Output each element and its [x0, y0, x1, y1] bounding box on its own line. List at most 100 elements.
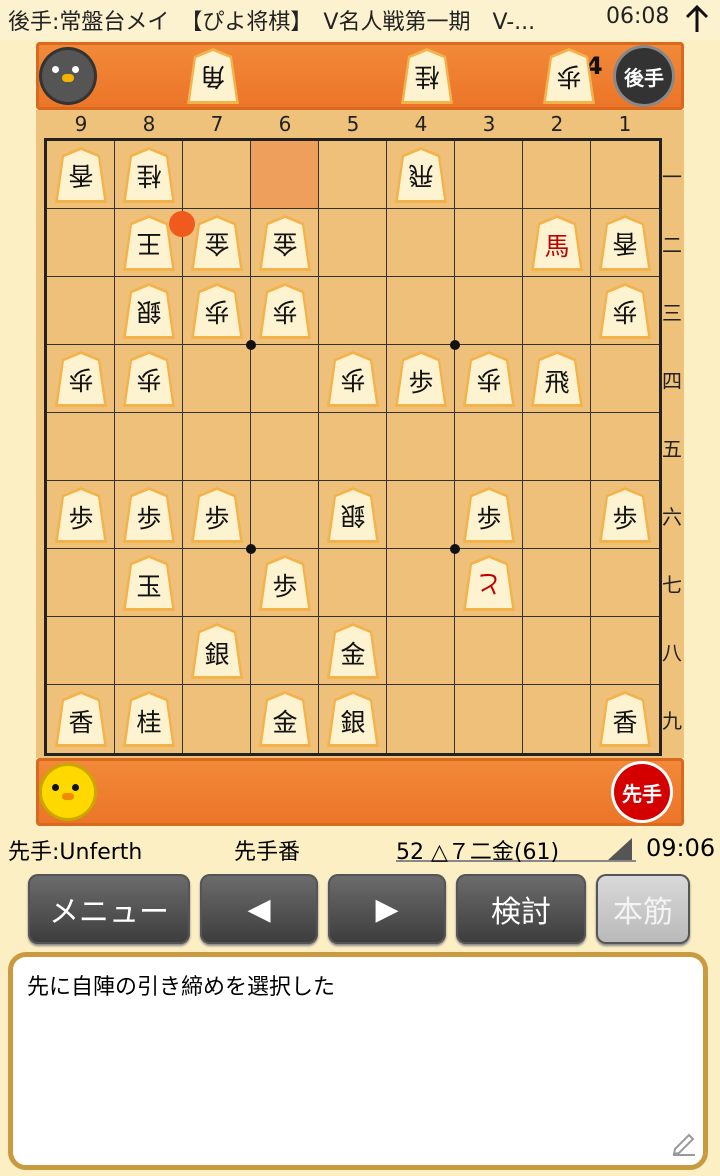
board-piece[interactable]: 歩	[120, 349, 178, 409]
board-square[interactable]	[455, 209, 523, 277]
board-square[interactable]	[455, 685, 523, 753]
board-square[interactable]	[455, 413, 523, 481]
board-square[interactable]	[183, 549, 251, 617]
board-square[interactable]	[591, 549, 659, 617]
board-square[interactable]	[47, 549, 115, 617]
menu-button[interactable]: メニュー	[28, 874, 190, 944]
board-square[interactable]	[47, 209, 115, 277]
board-square[interactable]	[523, 617, 591, 685]
arrow-up-icon[interactable]	[684, 4, 710, 34]
board-piece[interactable]: 飛	[392, 145, 450, 205]
piece-label: 歩	[136, 365, 162, 394]
board-square[interactable]	[523, 685, 591, 753]
board-square[interactable]	[251, 481, 319, 549]
board-piece[interactable]: 歩	[596, 485, 654, 545]
board-square[interactable]	[523, 549, 591, 617]
gote-hand-piece[interactable]: 桂	[398, 46, 456, 106]
gote-hand-piece[interactable]: 角	[184, 46, 242, 106]
board-piece[interactable]: 歩	[52, 485, 110, 545]
board-piece[interactable]: 金	[188, 213, 246, 273]
board-square[interactable]	[251, 141, 319, 209]
board-square[interactable]	[523, 481, 591, 549]
gote-hand-piece[interactable]: 歩	[540, 46, 598, 106]
board-piece[interactable]: 玉	[120, 553, 178, 613]
board-square[interactable]	[455, 617, 523, 685]
board-square[interactable]	[387, 617, 455, 685]
move-selector[interactable]: 52 △７二金(61)	[396, 832, 636, 865]
board-square[interactable]	[387, 277, 455, 345]
board-square[interactable]	[591, 413, 659, 481]
board-piece[interactable]: 歩	[324, 349, 382, 409]
board-piece[interactable]: 歩	[256, 281, 314, 341]
piece-label: 金	[272, 708, 298, 737]
analyze-button[interactable]: 検討	[456, 874, 586, 944]
board-square[interactable]	[319, 209, 387, 277]
board-piece[interactable]: 金	[256, 213, 314, 273]
board-piece[interactable]: 歩	[188, 485, 246, 545]
piece-label: 飛	[544, 368, 570, 397]
board-piece[interactable]: 香	[52, 689, 110, 749]
board-square[interactable]	[319, 549, 387, 617]
board-square[interactable]	[47, 413, 115, 481]
board-square[interactable]	[251, 345, 319, 413]
board-square[interactable]	[319, 413, 387, 481]
board-piece[interactable]: 歩	[460, 349, 518, 409]
board-square[interactable]	[387, 549, 455, 617]
mainline-button[interactable]: 本筋	[596, 874, 690, 944]
sente-avatar[interactable]	[42, 766, 94, 818]
piece-label: 玉	[136, 572, 162, 601]
board-piece[interactable]: 銀	[324, 689, 382, 749]
board-square[interactable]	[47, 617, 115, 685]
board-square[interactable]	[47, 277, 115, 345]
board-square[interactable]	[523, 141, 591, 209]
board-piece[interactable]: 歩	[596, 281, 654, 341]
board-square[interactable]	[183, 413, 251, 481]
board-square[interactable]	[251, 413, 319, 481]
board-piece[interactable]: 金	[324, 621, 382, 681]
board-piece[interactable]: 飛	[528, 349, 586, 409]
board-piece[interactable]: 歩	[460, 485, 518, 545]
board-square[interactable]	[387, 209, 455, 277]
prev-move-button[interactable]: ◀	[200, 874, 318, 944]
board-square[interactable]	[591, 141, 659, 209]
board-square[interactable]	[455, 277, 523, 345]
board-square[interactable]	[183, 685, 251, 753]
board-square[interactable]	[115, 617, 183, 685]
board-square[interactable]	[183, 141, 251, 209]
board-square[interactable]	[387, 685, 455, 753]
board-square[interactable]	[591, 345, 659, 413]
board-piece[interactable]: 香	[596, 213, 654, 273]
board-piece[interactable]: 馬	[528, 213, 586, 273]
board-square[interactable]	[455, 141, 523, 209]
board-square[interactable]	[387, 481, 455, 549]
board-square[interactable]	[319, 141, 387, 209]
board-piece[interactable]: 銀	[188, 621, 246, 681]
edit-pencil-icon[interactable]	[669, 1127, 699, 1157]
board-piece[interactable]: 歩	[256, 553, 314, 613]
next-move-button[interactable]: ▶	[328, 874, 446, 944]
board-piece[interactable]: 金	[256, 689, 314, 749]
board-square[interactable]	[523, 277, 591, 345]
board-piece[interactable]: 歩	[188, 281, 246, 341]
board-piece[interactable]: 香	[52, 145, 110, 205]
board-square[interactable]	[591, 617, 659, 685]
board-piece[interactable]: 歩	[392, 349, 450, 409]
board-square[interactable]	[183, 345, 251, 413]
board-piece[interactable]: 歩	[120, 485, 178, 545]
board-piece[interactable]: 香	[596, 689, 654, 749]
gote-avatar[interactable]	[42, 50, 94, 102]
current-move: 52 △７二金(61)	[396, 840, 560, 865]
board-square[interactable]	[115, 413, 183, 481]
board-square[interactable]	[319, 277, 387, 345]
board-piece[interactable]: と	[460, 553, 518, 613]
board-piece[interactable]: 銀	[324, 485, 382, 545]
board-square[interactable]	[387, 413, 455, 481]
comment-box[interactable]: 先に自陣の引き締めを選択した	[8, 952, 708, 1170]
board-piece[interactable]: 銀	[120, 281, 178, 341]
board-piece[interactable]: 桂	[120, 145, 178, 205]
star-point	[246, 340, 256, 350]
board-piece[interactable]: 歩	[52, 349, 110, 409]
board-piece[interactable]: 桂	[120, 689, 178, 749]
board-square[interactable]	[251, 617, 319, 685]
board-square[interactable]	[523, 413, 591, 481]
